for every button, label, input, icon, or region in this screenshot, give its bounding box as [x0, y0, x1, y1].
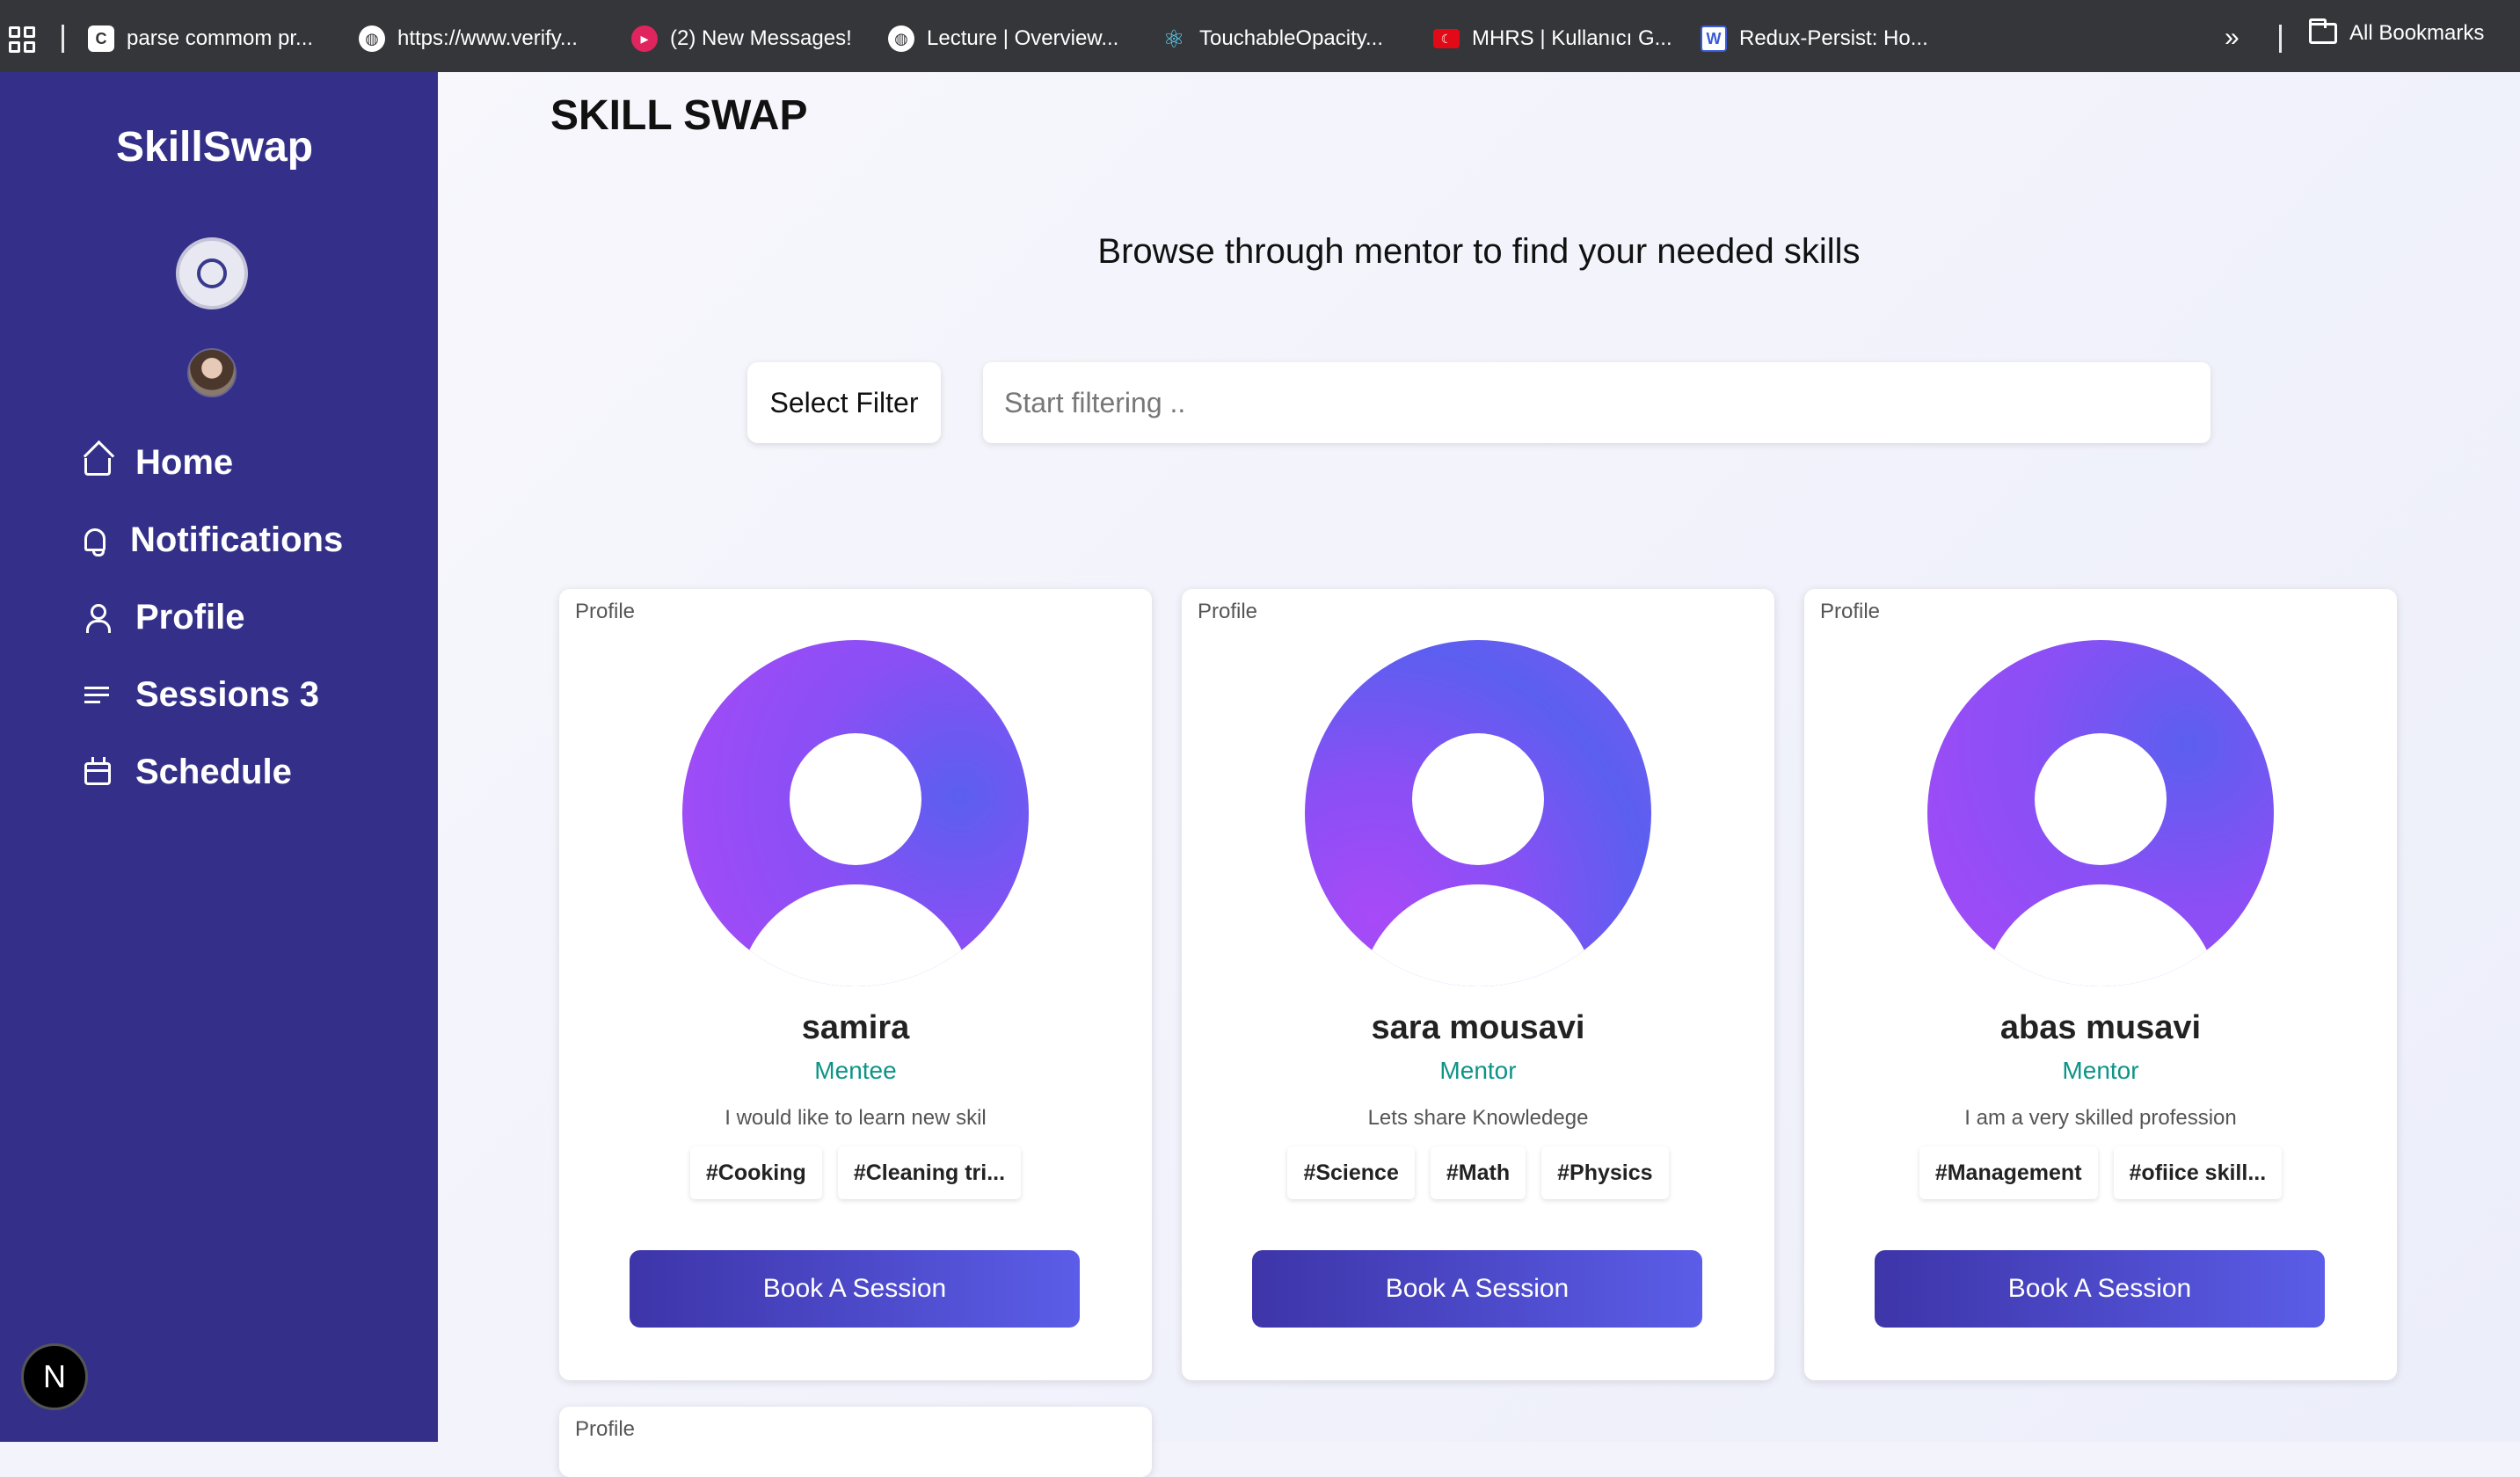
- bookmark-label: parse commom pr...: [127, 26, 314, 50]
- mentor-bio: I would like to learn new skil: [725, 1106, 987, 1130]
- messages-icon: ▸: [631, 25, 658, 52]
- sidebar-nav: Home Notifications Profile Sessions 3 Sc…: [84, 424, 343, 811]
- all-bookmarks-button[interactable]: All Bookmarks: [2309, 18, 2485, 46]
- calendar-icon: [84, 757, 111, 785]
- skill-tag[interactable]: #Physics: [1541, 1146, 1669, 1199]
- skill-tag[interactable]: #Math: [1430, 1146, 1526, 1199]
- card-label: Profile: [1198, 600, 1258, 623]
- filter-input[interactable]: [983, 362, 2210, 443]
- mentor-bio: I am a very skilled profession: [1964, 1106, 2237, 1130]
- sidebar-item-profile[interactable]: Profile: [84, 578, 343, 656]
- bookmark-item[interactable]: ◍ Lecture | Overview...: [888, 21, 1118, 56]
- bookmark-label: (2) New Messages!: [670, 26, 852, 50]
- avatar-placeholder-icon: [1927, 640, 2274, 986]
- more-bookmarks-icon[interactable]: »: [2225, 23, 2240, 53]
- bookmark-item[interactable]: ⚛ TouchableOpacity...: [1161, 21, 1383, 56]
- skill-tag[interactable]: #Management: [1919, 1146, 2098, 1199]
- sidebar-item-home[interactable]: Home: [84, 424, 343, 501]
- skill-tags: #Cooking #Cleaning tri...: [559, 1146, 1152, 1199]
- globe-icon: ◍: [888, 25, 914, 52]
- card-label: Profile: [1820, 600, 1881, 623]
- react-icon: ⚛: [1162, 25, 1185, 53]
- list-icon: [84, 681, 111, 708]
- skill-tag[interactable]: #Science: [1287, 1146, 1415, 1199]
- page-subtitle: Browse through mentor to find your neede…: [1097, 232, 1861, 271]
- profile-card: Profile sara mousavi Mentor Lets share K…: [1182, 589, 1774, 1380]
- bell-icon: [84, 528, 106, 557]
- sidebar-item-notifications[interactable]: Notifications: [84, 501, 343, 578]
- sidebar: SkillSwap Home Notifications Profile Ses…: [0, 72, 438, 1442]
- avatar-placeholder-icon: [682, 640, 1029, 986]
- bookmark-item[interactable]: ▸ (2) New Messages!: [631, 21, 852, 56]
- mentor-name: sara mousavi: [1371, 1009, 1585, 1046]
- book-session-button[interactable]: Book A Session: [630, 1250, 1080, 1328]
- mentor-bio: Lets share Knowledege: [1367, 1106, 1589, 1130]
- bookmarks-bar: C parse commom pr... ◍ https://www.verif…: [0, 0, 2520, 72]
- profile-card: Profile: [559, 1407, 1152, 1477]
- bookmarks-divider: [62, 25, 64, 53]
- skill-tags: #Science #Math #Physics: [1182, 1146, 1774, 1199]
- profile-card: Profile abas musavi Mentor I am a very s…: [1804, 589, 2397, 1380]
- app-logo[interactable]: SkillSwap: [116, 123, 313, 171]
- bookmark-item[interactable]: ◍ https://www.verify...: [359, 21, 578, 56]
- card-label: Profile: [575, 1417, 636, 1441]
- sidebar-item-label: Notifications: [130, 520, 344, 559]
- theme-toggle-button[interactable]: [176, 237, 248, 309]
- bookmark-label: Redux-Persist: Ho...: [1739, 26, 1928, 50]
- skill-tags: #Management #ofiice skill...: [1804, 1146, 2397, 1199]
- sidebar-item-sessions[interactable]: Sessions 3: [84, 656, 343, 733]
- user-icon: [84, 604, 111, 633]
- skill-tag[interactable]: #Cooking: [689, 1146, 822, 1199]
- globe-icon: ◍: [359, 25, 385, 52]
- apps-grid-icon[interactable]: [9, 26, 35, 53]
- bookmark-item[interactable]: ☾ MHRS | Kullanıcı G...: [1433, 21, 1672, 56]
- select-filter-button[interactable]: Select Filter: [747, 362, 941, 443]
- bookmark-label: MHRS | Kullanıcı G...: [1472, 26, 1672, 50]
- all-bookmarks-label: All Bookmarks: [2349, 21, 2485, 45]
- skill-tag[interactable]: #ofiice skill...: [2113, 1146, 2283, 1199]
- profile-card: Profile samira Mentee I would like to le…: [559, 589, 1152, 1380]
- sidebar-item-label: Profile: [135, 597, 245, 637]
- bookmark-label: https://www.verify...: [397, 26, 578, 50]
- mentor-role: Mentee: [814, 1057, 897, 1084]
- sidebar-item-label: Schedule: [135, 752, 292, 791]
- sidebar-item-label: Home: [135, 442, 234, 482]
- mentor-name: samira: [801, 1009, 910, 1046]
- home-icon: [84, 458, 111, 476]
- bookmark-item[interactable]: W Redux-Persist: Ho...: [1701, 21, 1928, 56]
- bookmarks-divider: [2279, 25, 2282, 53]
- card-label: Profile: [575, 600, 636, 623]
- w-logo-icon: W: [1701, 25, 1727, 52]
- mentor-role: Mentor: [1439, 1057, 1517, 1084]
- sidebar-item-schedule[interactable]: Schedule: [84, 733, 343, 811]
- bookmark-item[interactable]: C parse commom pr...: [88, 21, 313, 56]
- mentor-name: abas musavi: [1999, 1009, 2202, 1046]
- skill-tag[interactable]: #Cleaning tri...: [837, 1146, 1022, 1199]
- moon-icon: [197, 258, 227, 288]
- bookmark-label: TouchableOpacity...: [1199, 26, 1384, 50]
- avatar-placeholder-icon: [1305, 640, 1651, 986]
- c-logo-icon: C: [88, 25, 114, 52]
- flag-icon: ☾: [1433, 29, 1460, 48]
- main-content: SKILL SWAP Browse through mentor to find…: [438, 72, 2520, 1477]
- book-session-button[interactable]: Book A Session: [1875, 1250, 2325, 1328]
- book-session-button[interactable]: Book A Session: [1252, 1250, 1702, 1328]
- nextjs-badge[interactable]: N: [21, 1343, 88, 1410]
- bookmark-label: Lecture | Overview...: [927, 26, 1119, 50]
- mentor-role: Mentor: [2062, 1057, 2139, 1084]
- page-title: SKILL SWAP: [550, 92, 808, 139]
- folder-icon: [2309, 18, 2337, 44]
- sidebar-item-label: Sessions 3: [135, 674, 320, 714]
- avatar[interactable]: [187, 348, 237, 397]
